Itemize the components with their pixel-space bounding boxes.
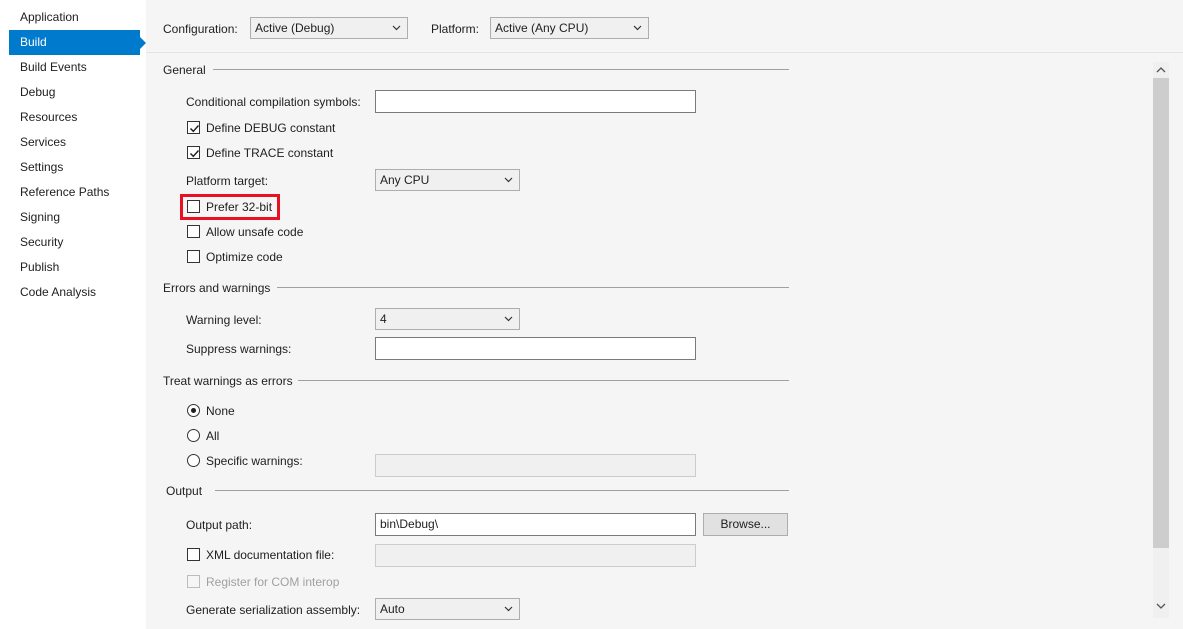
sidebar-item-reference-paths[interactable]: Reference Paths <box>9 180 140 205</box>
conditional-symbols-label: Conditional compilation symbols: <box>186 95 361 109</box>
sidebar-item-label: Application <box>20 10 79 24</box>
sidebar-item-label: Services <box>20 135 67 149</box>
platform-target-dropdown[interactable]: Any CPU <box>375 169 520 191</box>
suppress-warnings-label: Suppress warnings: <box>186 342 292 356</box>
header-divider <box>146 52 1183 53</box>
serialization-value: Auto <box>380 602 405 616</box>
sidebar-item-label: Build <box>20 35 47 49</box>
sidebar-item-label: Settings <box>20 160 64 174</box>
sidebar-item-label: Code Analysis <box>20 285 97 299</box>
serialization-label: Generate serialization assembly: <box>186 603 361 617</box>
output-path-value: bin\Debug\ <box>380 517 439 531</box>
configuration-value: Active (Debug) <box>255 21 335 35</box>
sidebar-item-services[interactable]: Services <box>9 130 140 155</box>
sidebar-item-security[interactable]: Security <box>9 230 140 255</box>
checkmark-icon <box>190 150 200 158</box>
platform-target-value: Any CPU <box>380 173 430 187</box>
chevron-down-icon <box>504 606 513 612</box>
scroll-thumb[interactable] <box>1153 78 1169 548</box>
define-debug-checkbox[interactable] <box>187 121 200 134</box>
serialization-dropdown[interactable]: Auto <box>375 598 520 620</box>
warning-level-value: 4 <box>380 312 387 326</box>
xml-documentation-label: XML documentation file: <box>206 548 335 562</box>
section-title-treat-warnings: Treat warnings as errors <box>163 374 293 388</box>
treat-all-label: All <box>206 429 220 443</box>
build-properties-page: Configuration: Active (Debug) Platform: … <box>146 0 1183 629</box>
sidebar-item-build-events[interactable]: Build Events <box>9 55 140 80</box>
scroll-up-arrow-icon[interactable] <box>1156 66 1166 74</box>
section-title-errors: Errors and warnings <box>163 281 271 295</box>
define-trace-checkbox[interactable] <box>187 146 200 159</box>
allow-unsafe-label: Allow unsafe code <box>206 225 304 239</box>
sidebar-item-label: Signing <box>20 210 61 224</box>
chevron-down-icon <box>504 177 513 183</box>
section-divider <box>277 287 789 288</box>
sidebar-item-label: Security <box>20 235 64 249</box>
configuration-dropdown[interactable]: Active (Debug) <box>250 17 408 39</box>
xml-documentation-input[interactable] <box>375 544 696 567</box>
platform-target-label: Platform target: <box>186 174 269 188</box>
vertical-scrollbar[interactable] <box>1153 62 1169 618</box>
xml-documentation-checkbox[interactable] <box>187 548 200 561</box>
treat-none-label: None <box>206 404 235 418</box>
configuration-label: Configuration: <box>163 22 238 36</box>
sidebar-item-label: Resources <box>20 110 78 124</box>
sidebar: Application Build Build Events Debug Res… <box>0 0 146 629</box>
sidebar-item-code-analysis[interactable]: Code Analysis <box>9 280 140 305</box>
section-divider <box>298 380 789 381</box>
warning-level-label: Warning level: <box>186 313 262 327</box>
platform-value: Active (Any CPU) <box>495 21 589 35</box>
sidebar-item-label: Publish <box>20 260 60 274</box>
sidebar-item-debug[interactable]: Debug <box>9 80 140 105</box>
chevron-down-icon <box>504 316 513 322</box>
sidebar-item-application[interactable]: Application <box>9 5 140 30</box>
define-trace-label: Define TRACE constant <box>206 146 334 160</box>
treat-none-radio[interactable] <box>187 404 200 417</box>
sidebar-item-settings[interactable]: Settings <box>9 155 140 180</box>
sidebar-item-label: Debug <box>20 85 56 99</box>
warning-level-dropdown[interactable]: 4 <box>375 308 520 330</box>
conditional-symbols-input[interactable] <box>375 90 696 113</box>
section-title-general: General <box>163 63 206 77</box>
optimize-code-checkbox[interactable] <box>187 250 200 263</box>
define-debug-label: Define DEBUG constant <box>206 121 336 135</box>
checkmark-icon <box>190 125 200 133</box>
register-com-checkbox <box>187 575 200 588</box>
browse-button[interactable]: Browse... <box>703 513 788 536</box>
sidebar-item-publish[interactable]: Publish <box>9 255 140 280</box>
chevron-down-icon <box>633 25 642 31</box>
prefer-32-bit-label: Prefer 32-bit <box>206 200 273 214</box>
section-divider <box>213 69 789 70</box>
specific-warnings-input[interactable] <box>375 454 696 477</box>
section-title-output: Output <box>166 484 203 498</box>
radio-selected-dot <box>191 408 196 413</box>
section-divider <box>215 490 789 491</box>
register-com-label: Register for COM interop <box>206 575 340 589</box>
chevron-down-icon <box>392 25 401 31</box>
platform-dropdown[interactable]: Active (Any CPU) <box>490 17 649 39</box>
sidebar-item-resources[interactable]: Resources <box>9 105 140 130</box>
sidebar-item-signing[interactable]: Signing <box>9 205 140 230</box>
output-path-input[interactable]: bin\Debug\ <box>375 513 696 536</box>
browse-button-label: Browse... <box>720 517 771 531</box>
sidebar-item-build[interactable]: Build <box>9 30 140 55</box>
treat-all-radio[interactable] <box>187 429 200 442</box>
output-path-label: Output path: <box>186 518 253 532</box>
treat-specific-radio[interactable] <box>187 454 200 467</box>
optimize-code-label: Optimize code <box>206 250 283 264</box>
sidebar-item-label: Reference Paths <box>20 185 110 199</box>
platform-label: Platform: <box>431 22 480 36</box>
suppress-warnings-input[interactable] <box>375 337 696 360</box>
scroll-down-arrow-icon[interactable] <box>1156 602 1166 610</box>
prefer-32-bit-checkbox[interactable] <box>187 200 200 213</box>
sidebar-item-label: Build Events <box>20 60 87 74</box>
treat-specific-label: Specific warnings: <box>206 454 303 468</box>
allow-unsafe-checkbox[interactable] <box>187 225 200 238</box>
